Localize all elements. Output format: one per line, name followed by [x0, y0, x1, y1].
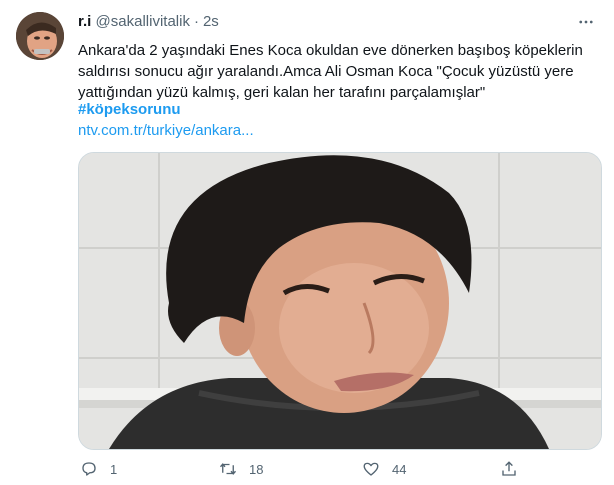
reply-button[interactable]: 1 [80, 460, 117, 478]
like-button[interactable]: 44 [362, 460, 406, 478]
heart-icon [362, 460, 380, 478]
more-icon[interactable] [574, 12, 598, 32]
display-name[interactable]: r.i [78, 13, 91, 30]
tweet-actions: 1 18 44 [74, 458, 594, 480]
retweet-icon [219, 460, 237, 478]
separator-dot: · [193, 13, 199, 30]
tweet-header: r.i @sakallivitalik · 2s [78, 12, 219, 32]
retweet-count: 18 [249, 461, 264, 477]
tweet-photo[interactable] [78, 152, 602, 450]
share-button[interactable] [500, 460, 518, 478]
avatar[interactable] [16, 12, 64, 60]
share-icon [500, 460, 518, 478]
hashtag-link[interactable]: #köpeksorunu [78, 101, 181, 118]
reply-icon [80, 460, 98, 478]
reply-count: 1 [110, 461, 118, 477]
retweet-button[interactable]: 18 [219, 460, 263, 478]
user-handle[interactable]: @sakallivitalik [96, 13, 190, 30]
article-link[interactable]: ntv.com.tr/turkiye/ankara... [78, 122, 254, 139]
tweet-text: Ankara'da 2 yaşındaki Enes Koca okuldan … [78, 42, 583, 101]
tweet[interactable]: r.i @sakallivitalik · 2s Ankara'da 2 yaşın… [0, 0, 614, 485]
like-count: 44 [392, 461, 407, 477]
timestamp[interactable]: 2s [203, 13, 219, 30]
